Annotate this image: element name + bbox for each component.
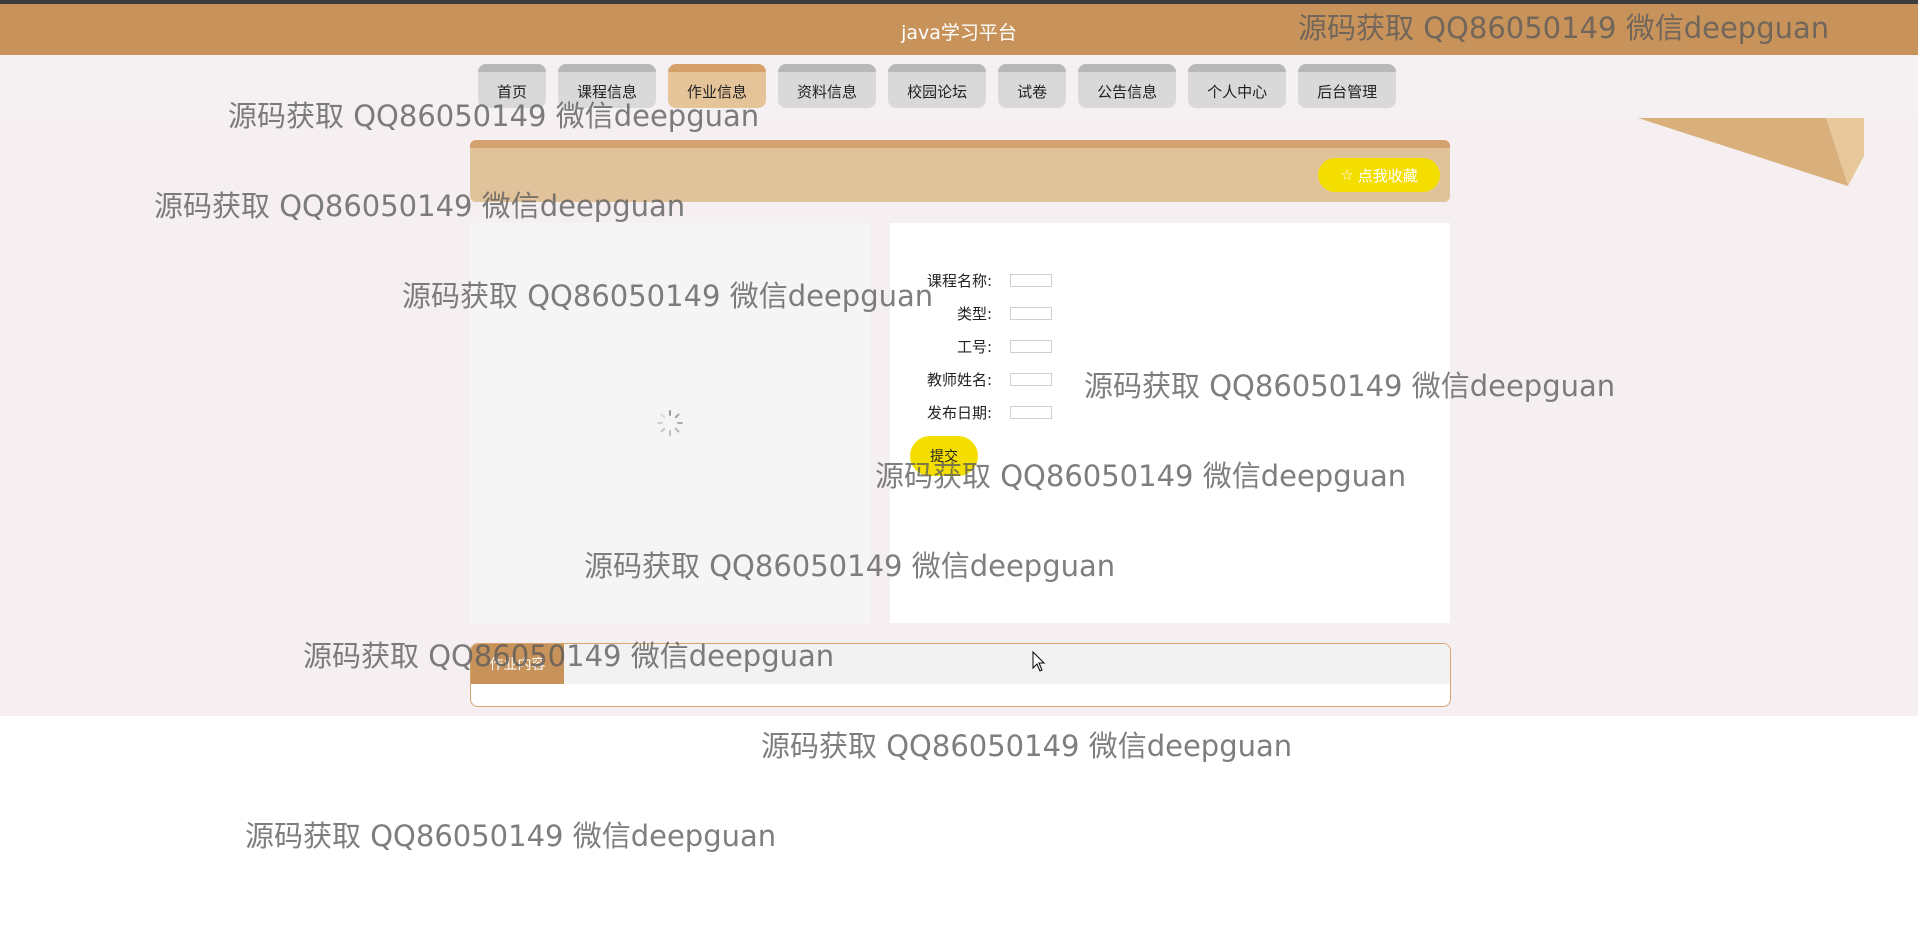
course-name-field[interactable] bbox=[1010, 273, 1052, 287]
watermark-text: 源码获取 QQ86050149 微信deepguan bbox=[228, 99, 760, 133]
star-outline-icon: ☆ bbox=[1340, 166, 1354, 184]
staff-id-field[interactable] bbox=[1010, 339, 1052, 353]
nav-item-forum[interactable]: 校园论坛 bbox=[888, 64, 987, 108]
watermark-text: 源码获取 QQ86050149 微信deepguan bbox=[402, 279, 934, 313]
form-row-staff-id: 工号: bbox=[890, 334, 1052, 358]
watermark-text: 源码获取 QQ86050149 微信deepguan bbox=[1298, 11, 1830, 45]
favorite-label: 点我收藏 bbox=[1357, 166, 1418, 185]
nav-item-notices[interactable]: 公告信息 bbox=[1078, 64, 1177, 108]
nav-item-exams[interactable]: 试卷 bbox=[998, 64, 1067, 108]
banner-top-strip bbox=[470, 140, 1450, 148]
teacher-name-label: 教师姓名: bbox=[926, 370, 992, 389]
watermark-text: 源码获取 QQ86050149 微信deepguan bbox=[584, 549, 1116, 583]
watermark-text: 源码获取 QQ86050149 微信deepguan bbox=[154, 189, 686, 223]
nav-item-profile[interactable]: 个人中心 bbox=[1188, 64, 1287, 108]
favorite-button[interactable]: ☆ 点我收藏 bbox=[1318, 158, 1440, 192]
nav-item-admin[interactable]: 后台管理 bbox=[1298, 64, 1397, 108]
publish-date-field[interactable] bbox=[1010, 405, 1052, 419]
watermark-text: 源码获取 QQ86050149 微信deepguan bbox=[875, 459, 1407, 493]
watermark-text: 源码获取 QQ86050149 微信deepguan bbox=[1084, 369, 1616, 403]
type-field[interactable] bbox=[1010, 306, 1052, 320]
loading-spinner-icon bbox=[657, 410, 683, 436]
form-row-publish-date: 发布日期: bbox=[890, 400, 1052, 424]
teacher-name-field[interactable] bbox=[1010, 372, 1052, 386]
watermark-text: 源码获取 QQ86050149 微信deepguan bbox=[303, 639, 835, 673]
watermark-text: 源码获取 QQ86050149 微信deepguan bbox=[245, 819, 777, 853]
staff-id-label: 工号: bbox=[956, 337, 992, 356]
decorative-corner-shape bbox=[1638, 118, 1864, 186]
form-row-teacher-name: 教师姓名: bbox=[890, 367, 1052, 391]
mouse-cursor-icon bbox=[1032, 651, 1046, 672]
watermark-text: 源码获取 QQ86050149 微信deepguan bbox=[761, 729, 1293, 763]
nav-item-materials[interactable]: 资料信息 bbox=[778, 64, 877, 108]
publish-date-label: 发布日期: bbox=[926, 403, 992, 422]
